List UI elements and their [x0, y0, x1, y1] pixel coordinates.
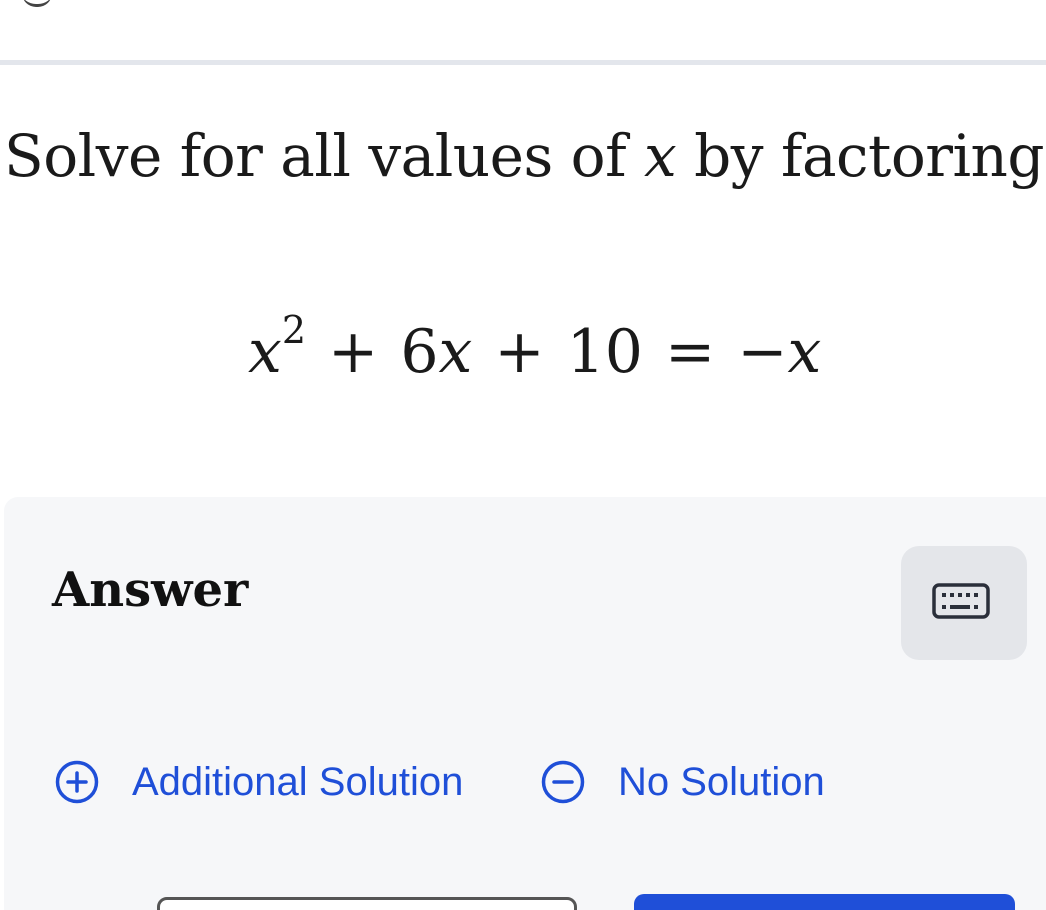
- keyboard-button[interactable]: [901, 546, 1027, 660]
- equation-equals: =: [664, 317, 716, 387]
- equation-term1-exponent: 2: [281, 308, 307, 352]
- no-solution-button[interactable]: No Solution: [540, 756, 825, 808]
- question-prompt: Solve for all values of x by factoring.: [4, 122, 1046, 190]
- plus-circle-icon: [55, 760, 99, 804]
- additional-solution-label: Additional Solution: [132, 759, 464, 804]
- answer-panel: [4, 497, 1046, 910]
- question-variable: x: [644, 122, 677, 190]
- back-arrow-icon[interactable]: [22, 0, 52, 7]
- keyboard-icon: [932, 583, 990, 619]
- top-bar: [0, 0, 1046, 62]
- equation-term2-var: x: [438, 317, 473, 387]
- additional-solution-button[interactable]: Additional Solution: [54, 756, 463, 808]
- equation-op2: +: [494, 317, 545, 387]
- header-divider: [0, 60, 1046, 65]
- answer-input-field[interactable]: [157, 897, 577, 910]
- equation-rhs-sign: −: [737, 317, 788, 387]
- submit-button[interactable]: [634, 894, 1015, 910]
- question-prefix: Solve for all values of: [4, 122, 644, 190]
- equation-term1-var: x: [248, 317, 282, 387]
- no-solution-label: No Solution: [618, 759, 825, 804]
- equation: x2 +6x +10 = −x: [248, 308, 822, 387]
- answer-title: Answer: [52, 562, 249, 618]
- minus-circle-icon: [541, 760, 585, 804]
- equation-rhs-var: x: [787, 317, 822, 387]
- question-suffix: by factoring.: [676, 122, 1046, 190]
- equation-op1: +: [328, 317, 379, 387]
- equation-term2-coef: 6: [400, 317, 439, 387]
- equation-term3: 10: [566, 317, 643, 387]
